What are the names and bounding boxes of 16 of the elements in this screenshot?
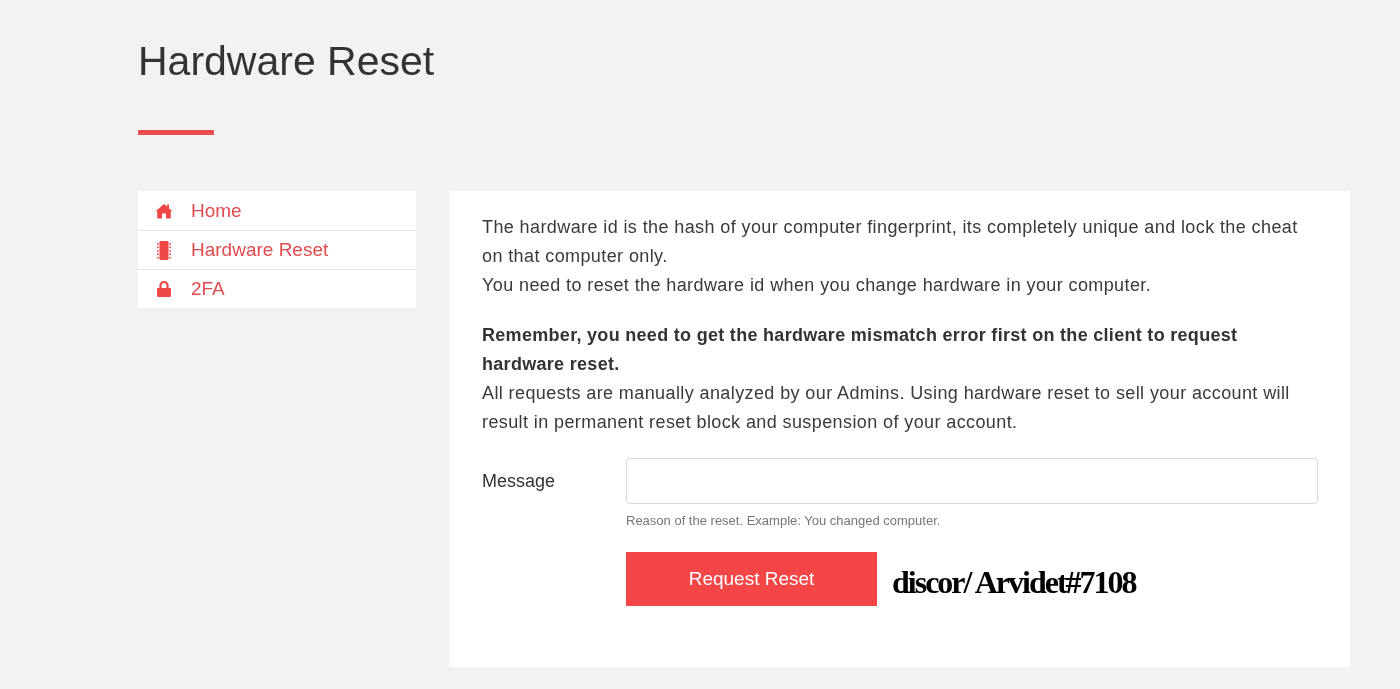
lock-icon	[157, 281, 171, 297]
message-field[interactable]	[626, 458, 1318, 504]
request-reset-button[interactable]: Request Reset	[626, 552, 877, 606]
help-text: Reason of the reset. Example: You changed computer.	[626, 513, 942, 529]
notice-text: Remember, you need to get the hardware mismatch error first on the client to request hardware reset.	[482, 324, 1239, 376]
sidebar-link[interactable]: 2FA	[138, 269, 416, 308]
sidebar-link[interactable]: Home	[138, 191, 416, 230]
home-icon	[155, 202, 173, 219]
page-title: Hardware Reset	[138, 37, 435, 86]
overlay-text: discor/ Arvidet#7108	[892, 564, 1136, 600]
chip-icon	[157, 240, 171, 260]
sidebar-link[interactable]: Hardware Reset	[138, 230, 416, 269]
body-text: The hardware id is the hash of your computer fingerprint, its completely unique and lock the cheat on that computer only.	[482, 216, 1299, 268]
body-text: You need to reset the hardware id when you change hardware in your computer.	[482, 274, 1153, 297]
field-label: Message	[482, 470, 556, 492]
body-text: All requests are manually analyzed by our Admins. Using hardware reset to sell your account will result in permanent reset block and suspension of your account.	[482, 382, 1291, 434]
